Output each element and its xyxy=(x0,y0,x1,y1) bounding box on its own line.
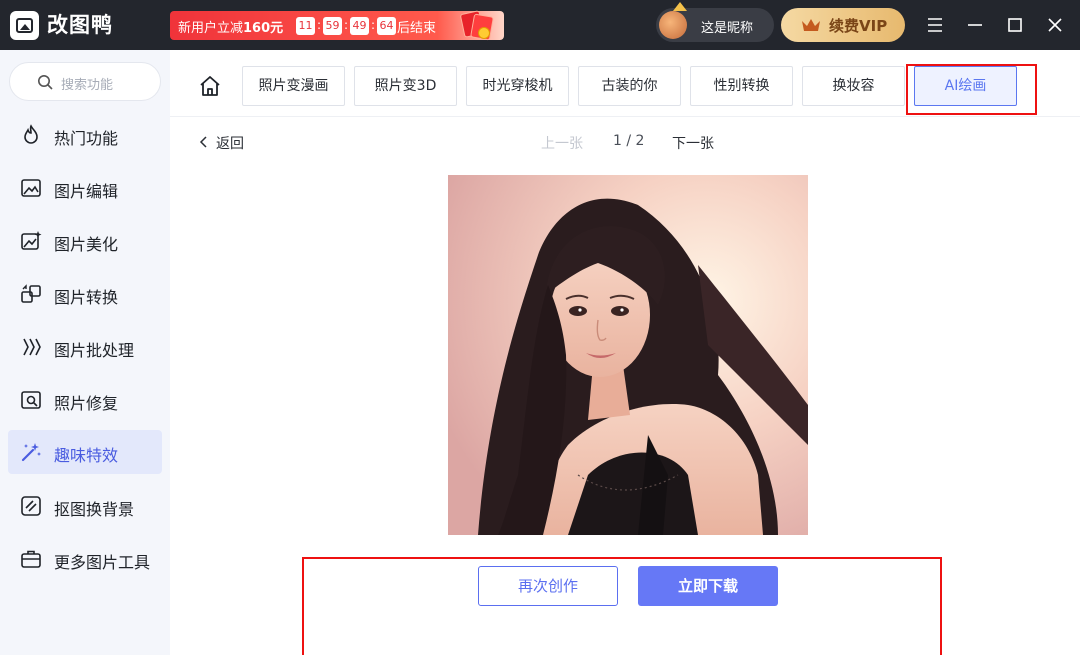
prev-image-button[interactable]: 上一张 xyxy=(541,133,583,153)
sidebar-item-more-tools[interactable]: 更多图片工具 xyxy=(8,537,162,581)
sidebar-item-label: 图片美化 xyxy=(54,235,119,254)
sidebar-item-photo-repair[interactable]: 照片修复 xyxy=(8,378,162,422)
tab-ai-painting[interactable]: AI绘画 xyxy=(914,66,1017,106)
image-convert-icon xyxy=(21,284,41,303)
title-bar: 改图鸭 新用户立减160元 11 : 59 : 49 : 64 后结束 这是昵称… xyxy=(0,0,1080,50)
vip-label: 续费VIP xyxy=(829,17,888,35)
next-image-button[interactable]: 下一张 xyxy=(672,133,714,153)
image-beautify-icon xyxy=(21,231,42,250)
search-icon xyxy=(38,75,53,90)
renew-vip-button[interactable]: 续费VIP xyxy=(781,8,905,42)
vip-crown-icon xyxy=(802,19,820,31)
tab-time-machine[interactable]: 时光穿梭机 xyxy=(466,66,569,106)
timer-centiseconds: 64 xyxy=(377,17,396,35)
sidebar-item-hot[interactable]: 热门功能 xyxy=(8,113,162,157)
red-envelope-icon xyxy=(458,9,494,41)
timer-hours: 11 xyxy=(296,17,315,35)
back-label: 返回 xyxy=(216,136,244,152)
chevron-left-icon xyxy=(199,136,207,148)
tab-makeup[interactable]: 换妆容 xyxy=(802,66,905,106)
promo-suffix: 后结束 xyxy=(397,21,437,36)
timer-sep: : xyxy=(317,18,322,32)
toolbox-icon xyxy=(21,550,41,568)
image-edit-icon xyxy=(21,179,41,197)
minimize-icon[interactable] xyxy=(962,12,988,38)
crown-icon xyxy=(673,2,687,12)
tab-gender-swap[interactable]: 性别转换 xyxy=(690,66,793,106)
timer-minutes: 59 xyxy=(323,17,342,35)
batch-icon xyxy=(23,338,41,356)
maximize-icon[interactable] xyxy=(1002,12,1028,38)
sidebar-item-image-beautify[interactable]: 图片美化 xyxy=(8,219,162,263)
search-input[interactable]: 搜索功能 xyxy=(9,62,161,101)
sidebar-item-batch[interactable]: 图片批处理 xyxy=(8,325,162,369)
promo-amount: 160元 xyxy=(243,21,284,36)
sidebar-item-label: 更多图片工具 xyxy=(54,553,151,572)
magic-wand-icon xyxy=(21,443,41,462)
sidebar-item-label: 图片编辑 xyxy=(54,182,119,201)
download-button[interactable]: 立即下载 xyxy=(638,566,778,606)
tab-photo-to-3d[interactable]: 照片变3D xyxy=(354,66,457,106)
timer-sep: : xyxy=(344,18,349,32)
sidebar-item-label: 图片批处理 xyxy=(54,341,135,360)
cutout-icon xyxy=(21,496,41,516)
sidebar-item-label: 照片修复 xyxy=(54,394,119,413)
sidebar-item-image-convert[interactable]: 图片转换 xyxy=(8,272,162,316)
home-icon[interactable] xyxy=(199,75,221,97)
user-profile[interactable]: 这是昵称 xyxy=(656,2,774,42)
user-nickname: 这是昵称 xyxy=(701,21,754,36)
sidebar-item-label: 热门功能 xyxy=(54,129,119,148)
generated-image xyxy=(448,175,808,535)
promo-text: 新用户立减160元 xyxy=(178,17,283,36)
fire-icon xyxy=(24,124,38,144)
sidebar-item-image-edit[interactable]: 图片编辑 xyxy=(8,166,162,210)
app-name: 改图鸭 xyxy=(47,13,113,37)
photo-repair-icon xyxy=(21,391,41,409)
sidebar: 搜索功能 热门功能 图片编辑 图片美化 图片转换 图片批处理 照片修复 趣味特效… xyxy=(0,50,170,655)
close-icon[interactable] xyxy=(1042,12,1068,38)
tab-photo-to-comic[interactable]: 照片变漫画 xyxy=(242,66,345,106)
promo-banner[interactable]: 新用户立减160元 11 : 59 : 49 : 64 后结束 xyxy=(170,9,504,41)
highlight-box-actions xyxy=(302,557,942,655)
page-indicator: 1 / 2 xyxy=(613,133,645,149)
sidebar-item-fun-effects[interactable]: 趣味特效 xyxy=(8,430,162,474)
promo-prefix: 新用户立减 xyxy=(178,21,244,36)
timer-seconds: 49 xyxy=(350,17,369,35)
recreate-button[interactable]: 再次创作 xyxy=(478,566,618,606)
divider xyxy=(170,116,1080,117)
avatar xyxy=(659,11,687,39)
sidebar-item-label: 图片转换 xyxy=(54,288,119,307)
tab-ancient-costume[interactable]: 古装的你 xyxy=(578,66,681,106)
portrait-illustration xyxy=(448,175,808,535)
menu-icon[interactable] xyxy=(922,12,948,38)
sidebar-item-label: 趣味特效 xyxy=(54,446,119,465)
app-logo-icon xyxy=(10,11,39,40)
sidebar-item-label: 抠图换背景 xyxy=(54,500,135,519)
timer-sep: : xyxy=(371,18,376,32)
sidebar-item-cutout[interactable]: 抠图换背景 xyxy=(8,484,162,528)
main-content: 照片变漫画 照片变3D 时光穿梭机 古装的你 性别转换 换妆容 AI绘画 返回 … xyxy=(170,50,1080,655)
search-placeholder: 搜索功能 xyxy=(61,78,114,93)
